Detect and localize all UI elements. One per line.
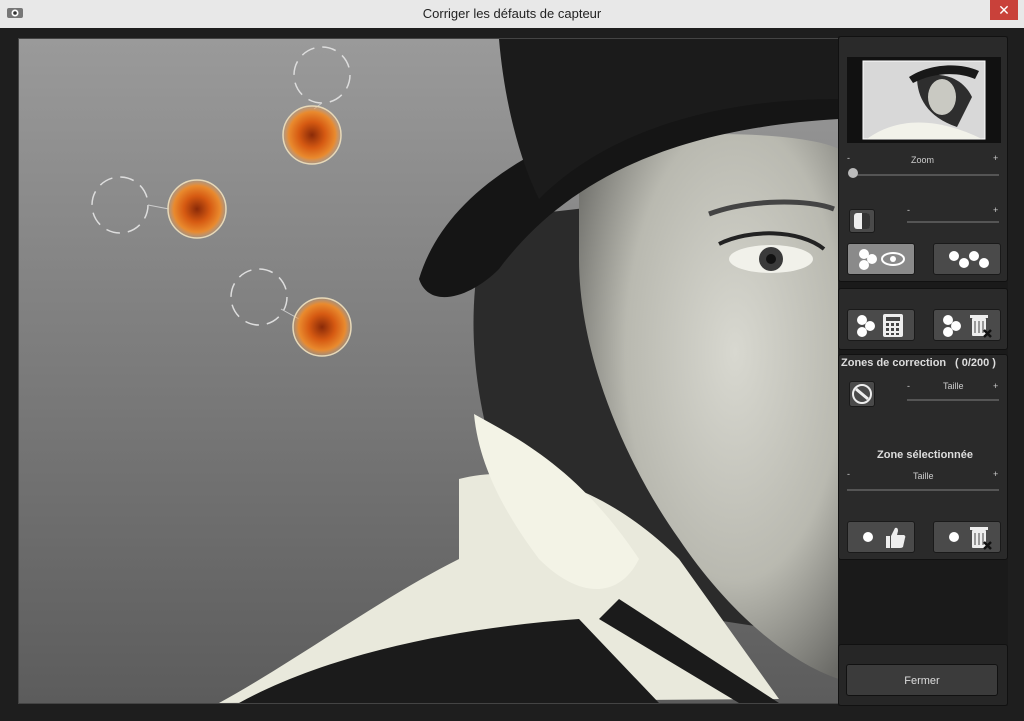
contrast-plus: +	[993, 205, 999, 215]
close-window-button[interactable]: ✕	[990, 0, 1018, 20]
dots-trash-icon	[943, 315, 992, 338]
dots-calculator-icon	[857, 314, 903, 337]
contrast-minus: -	[907, 205, 910, 215]
delete-all-zones-button[interactable]	[933, 309, 1001, 341]
batch-actions-section	[838, 288, 1008, 350]
image-canvas[interactable]	[18, 38, 840, 704]
zones-count: ( 0/200 )	[955, 357, 996, 369]
brush-tool-button[interactable]	[849, 381, 875, 407]
portrait-photo	[19, 39, 839, 703]
dot-trash-icon	[949, 527, 992, 550]
control-panel: - Zoom + - + Zones de correction (0/200…	[838, 36, 1008, 706]
zones-heading: Zones de correction	[841, 357, 947, 369]
size-label: Taille	[943, 381, 964, 391]
hide-zones-button[interactable]	[933, 243, 1001, 275]
close-icon: ✕	[998, 2, 1010, 18]
preview-thumbnail[interactable]	[847, 57, 1001, 143]
dots-icon	[949, 251, 989, 268]
contrast-icon	[854, 213, 870, 229]
delete-zone-button[interactable]	[933, 521, 1001, 553]
window-title: Corriger les défauts de capteur	[422, 6, 602, 21]
brush-icon	[852, 384, 872, 404]
close-button[interactable]: Fermer	[846, 664, 998, 696]
size-plus: +	[993, 381, 999, 391]
preview-section: - Zoom + - +	[838, 36, 1008, 282]
zoom-label: Zoom	[911, 155, 935, 165]
selected-size-label: Taille	[913, 471, 934, 481]
size-minus: -	[907, 381, 910, 391]
contrast-toggle-button[interactable]	[849, 209, 875, 233]
selected-zone-heading: Zone sélectionnée	[877, 449, 973, 461]
zoom-minus: -	[847, 153, 850, 163]
zoom-slider-handle[interactable]	[848, 168, 858, 178]
contrast-slider[interactable]	[907, 221, 999, 223]
dots-eye-icon	[859, 249, 905, 270]
selected-size-slider[interactable]	[847, 489, 999, 491]
show-zones-button[interactable]	[847, 243, 915, 275]
validate-zone-button[interactable]	[847, 521, 915, 553]
correction-zones-section: Zones de correction ( 0/200 ) - Taille +…	[838, 354, 1008, 560]
zoom-plus: +	[993, 153, 999, 163]
title-bar: Corriger les défauts de capteur ✕	[0, 0, 1024, 29]
selected-size-minus: -	[847, 469, 850, 479]
size-slider[interactable]	[907, 399, 999, 401]
zoom-slider[interactable]	[851, 174, 999, 176]
dot-thumbs-up-icon	[863, 527, 906, 548]
auto-detect-button[interactable]	[847, 309, 915, 341]
selected-size-plus: +	[993, 469, 999, 479]
